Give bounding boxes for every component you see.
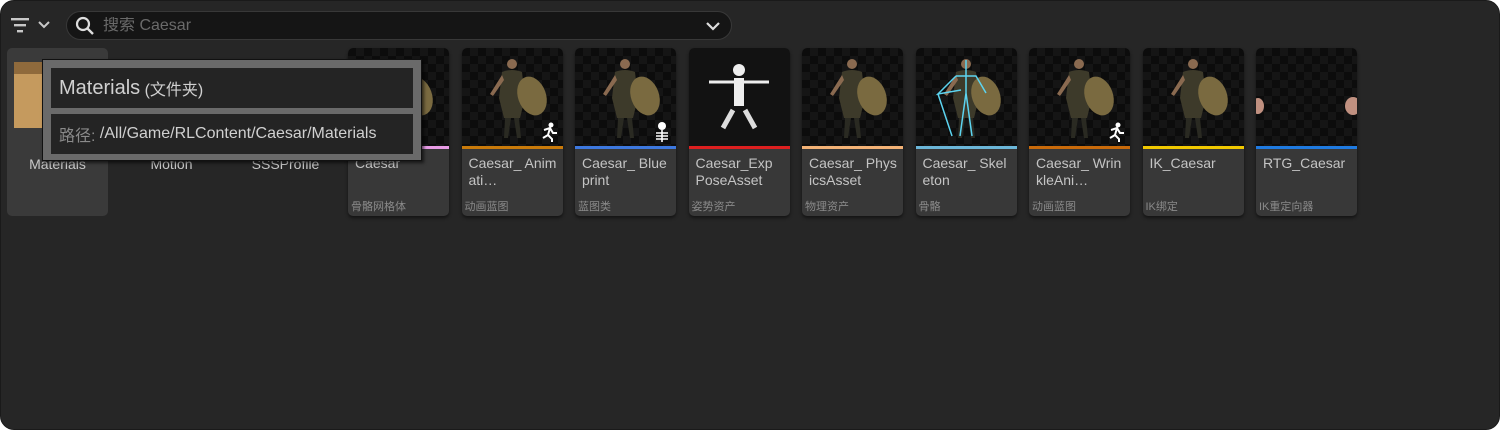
asset-type-color-bar <box>688 146 790 149</box>
tooltip-path-label: 路径: <box>59 128 96 145</box>
asset-type-color-bar <box>915 146 1017 149</box>
asset-tile[interactable]: Caesar_ WrinkleAni… 动画蓝图 <box>1029 48 1130 216</box>
asset-tile[interactable]: Caesar_ Animati… 动画蓝图 <box>461 48 563 216</box>
filter-icon <box>11 18 29 33</box>
tooltip-path: /All/Game/RLContent/Caesar/Materials <box>99 125 377 142</box>
tooltip-path-row: 路径: /All/Game/RLContent/Caesar/Materials <box>51 114 413 154</box>
asset-type: 骨骼 <box>918 201 941 213</box>
search-icon <box>75 16 94 35</box>
asset-tile[interactable]: Caesar_ Skeleton 骨骼 <box>915 48 1017 216</box>
asset-tile[interactable]: Caesar_ PhysicsAsset 物理资产 <box>802 48 903 216</box>
filter-button[interactable] <box>9 13 55 37</box>
asset-thumbnail <box>461 48 563 146</box>
tooltip-subtitle: (文件夹) <box>144 82 204 99</box>
character-thumbnail-icon <box>830 59 887 138</box>
asset-type: IK绑定 <box>1145 201 1178 213</box>
search-input[interactable] <box>103 16 705 35</box>
tooltip-title: Materials <box>59 76 141 99</box>
asset-type: 蓝图类 <box>578 201 611 213</box>
asset-type-color-bar <box>1142 146 1244 149</box>
asset-thumbnail <box>1142 48 1244 146</box>
skeleton-pose-icon <box>708 64 769 130</box>
asset-type-color-bar <box>1256 146 1357 149</box>
tooltip-header: Materials (文件夹) <box>51 68 413 108</box>
asset-name: Caesar_ Animati… <box>468 155 557 188</box>
running-man-icon <box>541 122 557 142</box>
asset-thumbnail <box>802 48 903 146</box>
asset-tile[interactable]: RTG_Caesar IK重定向器 <box>1256 48 1357 216</box>
chevron-down-icon <box>38 21 50 29</box>
search-bar <box>66 11 732 40</box>
skeleton-icon <box>656 122 668 142</box>
asset-type-color-bar <box>461 146 563 149</box>
asset-thumbnail <box>1256 48 1357 146</box>
asset-tile[interactable]: Caesar_ Blueprint 蓝图类 <box>575 48 676 216</box>
asset-name: Caesar_ PhysicsAsset <box>809 155 897 188</box>
folder-tooltip: Materials (文件夹) 路径: /All/Game/RLContent/… <box>42 59 422 161</box>
asset-name: RTG_Caesar <box>1263 155 1346 171</box>
asset-name: Caesar_Exp PoseAsset <box>695 155 773 188</box>
asset-tile[interactable]: IK_Caesar IK绑定 <box>1142 48 1244 216</box>
asset-type: 姿势资产 <box>691 201 736 213</box>
asset-name: Caesar_ Skeleton <box>922 155 1007 188</box>
search-history-dropdown-icon[interactable] <box>705 20 721 32</box>
asset-type: 动画蓝图 <box>464 201 509 213</box>
content-browser: Materials Motion SSSProfile Caesar 骨骼网格体… <box>0 0 1500 430</box>
asset-thumbnail <box>575 48 676 146</box>
character-thumbnail-icon <box>1170 59 1228 138</box>
feet-thumbnail-icon <box>1256 97 1357 115</box>
asset-type: 动画蓝图 <box>1032 201 1076 213</box>
running-man-icon <box>1109 122 1124 142</box>
asset-thumbnail <box>915 48 1017 146</box>
asset-tile[interactable]: Caesar_Exp PoseAsset 姿势资产 <box>688 48 790 216</box>
asset-type: 骨骼网格体 <box>351 201 406 213</box>
asset-type-color-bar <box>802 146 903 149</box>
asset-name: Caesar_ WrinkleAni… <box>1036 155 1122 188</box>
asset-type-color-bar <box>575 146 676 149</box>
bones-overlay-icon <box>935 60 987 137</box>
asset-thumbnail <box>1029 48 1130 146</box>
asset-name: Caesar_ Blueprint <box>582 155 667 188</box>
asset-type: IK重定向器 <box>1259 201 1314 213</box>
asset-type-color-bar <box>1029 146 1130 149</box>
asset-name: IK_Caesar <box>1149 155 1216 171</box>
asset-type: 物理资产 <box>805 201 849 213</box>
asset-thumbnail <box>688 48 790 146</box>
